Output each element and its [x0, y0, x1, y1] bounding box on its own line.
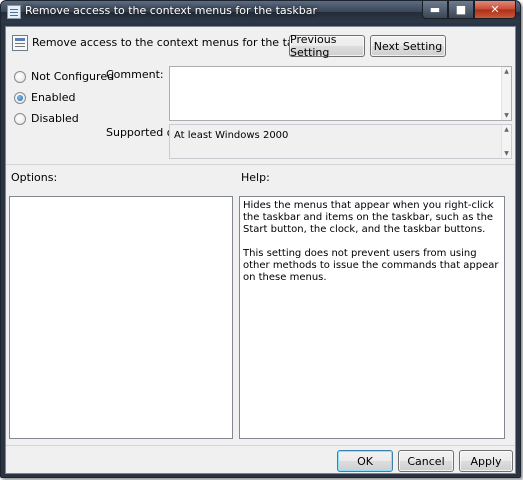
radio-disabled-label[interactable]: Disabled	[31, 112, 79, 125]
dialog-client-area: Remove access to the context menus for t…	[5, 26, 516, 474]
caption-buttons: ▬ ■ ✕	[422, 1, 516, 19]
help-panel[interactable]: Hides the menus that appear when you rig…	[239, 196, 505, 439]
options-label: Options:	[11, 171, 58, 184]
footer-divider	[6, 445, 515, 446]
policy-window-icon	[7, 5, 21, 19]
comment-textarea[interactable]: ▲ ▼	[169, 66, 512, 121]
comment-label: Comment:	[106, 68, 164, 81]
help-paragraph: Hides the menus that appear when you rig…	[243, 200, 494, 235]
policy-setting-icon	[12, 35, 28, 51]
help-text: Hides the menus that appear when you rig…	[243, 200, 500, 296]
radio-disabled[interactable]: Disabled	[14, 112, 79, 125]
apply-button[interactable]: Apply	[459, 450, 513, 472]
close-button[interactable]: ✕	[474, 1, 516, 19]
radio-not-configured-indicator[interactable]	[14, 70, 26, 83]
minimize-button[interactable]: ▬	[422, 1, 448, 19]
setting-title: Remove access to the context menus for t…	[32, 36, 324, 49]
ok-button[interactable]: OK	[337, 450, 393, 472]
window-title: Remove access to the context menus for t…	[25, 4, 317, 17]
radio-enabled[interactable]: Enabled	[14, 91, 75, 104]
options-panel[interactable]	[9, 196, 233, 439]
help-label: Help:	[241, 171, 270, 184]
supported-on-field: At least Windows 2000 ▲ ▼	[169, 124, 512, 159]
radio-disabled-indicator[interactable]	[14, 112, 26, 125]
scroll-down-icon[interactable]: ▼	[502, 111, 511, 120]
maximize-button[interactable]: ■	[448, 1, 474, 19]
previous-setting-button[interactable]: Previous Setting	[289, 33, 365, 59]
radio-enabled-label[interactable]: Enabled	[31, 91, 75, 104]
radio-not-configured[interactable]: Not Configured	[14, 70, 114, 83]
scroll-up-icon[interactable]: ▲	[502, 67, 511, 76]
radio-not-configured-label[interactable]: Not Configured	[31, 70, 114, 83]
dialog-window: Remove access to the context menus for t…	[0, 0, 521, 478]
title-bar[interactable]: Remove access to the context menus for t…	[1, 1, 520, 23]
scroll-up-icon[interactable]: ▲	[502, 125, 511, 134]
help-paragraph: This setting does not prevent users from…	[243, 248, 499, 283]
scroll-down-icon[interactable]: ▼	[502, 149, 511, 158]
section-divider	[6, 164, 515, 165]
comment-scrollbar[interactable]: ▲ ▼	[501, 67, 511, 120]
next-setting-button[interactable]: Next Setting	[370, 35, 446, 57]
supported-on-value: At least Windows 2000	[174, 130, 289, 141]
radio-enabled-indicator[interactable]	[14, 91, 26, 104]
supported-on-scrollbar[interactable]: ▲ ▼	[501, 125, 511, 158]
cancel-button[interactable]: Cancel	[398, 450, 454, 472]
